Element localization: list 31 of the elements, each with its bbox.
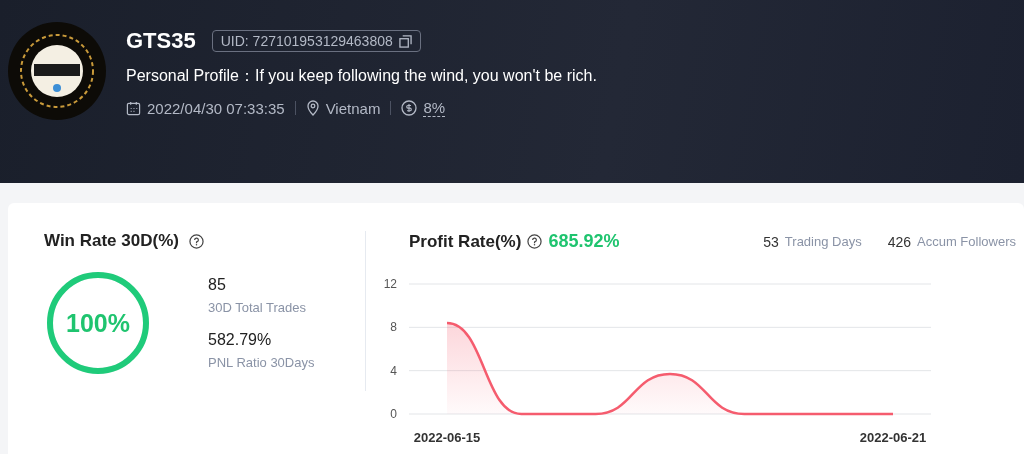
uid-tag: UID: 727101953129463808 <box>211 30 421 52</box>
stat-label: Trading Days <box>784 234 862 249</box>
stat-value: 582.79% <box>208 331 273 349</box>
section-title: Win Rate 30D(%) <box>44 231 179 251</box>
section-title: Profit Rate(%) <box>409 231 522 252</box>
axis-label: 0 <box>390 407 397 421</box>
help-icon[interactable] <box>527 234 543 249</box>
axis-label: 8 <box>390 320 397 335</box>
calendar-icon <box>126 100 141 116</box>
profile-bio: Personal Profile：If you keep following the wind, you won't be rich. <box>126 66 597 86</box>
stat-value: 426 <box>887 233 912 250</box>
axis-label: 12 <box>383 277 397 291</box>
stat-label: PNL Ratio 30Days <box>208 355 315 370</box>
axis-label: 2022-06-21 <box>859 430 927 445</box>
stat-label: Accum Followers <box>917 234 1016 249</box>
copy-icon[interactable] <box>398 34 412 48</box>
user-name: GTS35 <box>126 28 196 54</box>
axis-label: 4 <box>390 363 397 378</box>
avatar-icon <box>8 22 106 120</box>
stat-value: 53 <box>763 233 779 250</box>
help-icon[interactable] <box>188 233 204 249</box>
join-date: 2022/04/30 07:33:35 <box>147 99 285 117</box>
dollar-coin-icon <box>401 100 418 116</box>
location-pin-icon <box>305 100 320 116</box>
win-rate-value: 100% <box>66 309 130 337</box>
stat-value: 85 <box>208 276 227 294</box>
profit-rate-value: 685.92% <box>548 231 620 252</box>
location: Vietnam <box>325 99 381 117</box>
stat-label: 30D Total Trades <box>208 300 308 315</box>
profit-share[interactable]: 8% <box>423 99 446 117</box>
axis-label: 2022-06-15 <box>413 430 481 445</box>
